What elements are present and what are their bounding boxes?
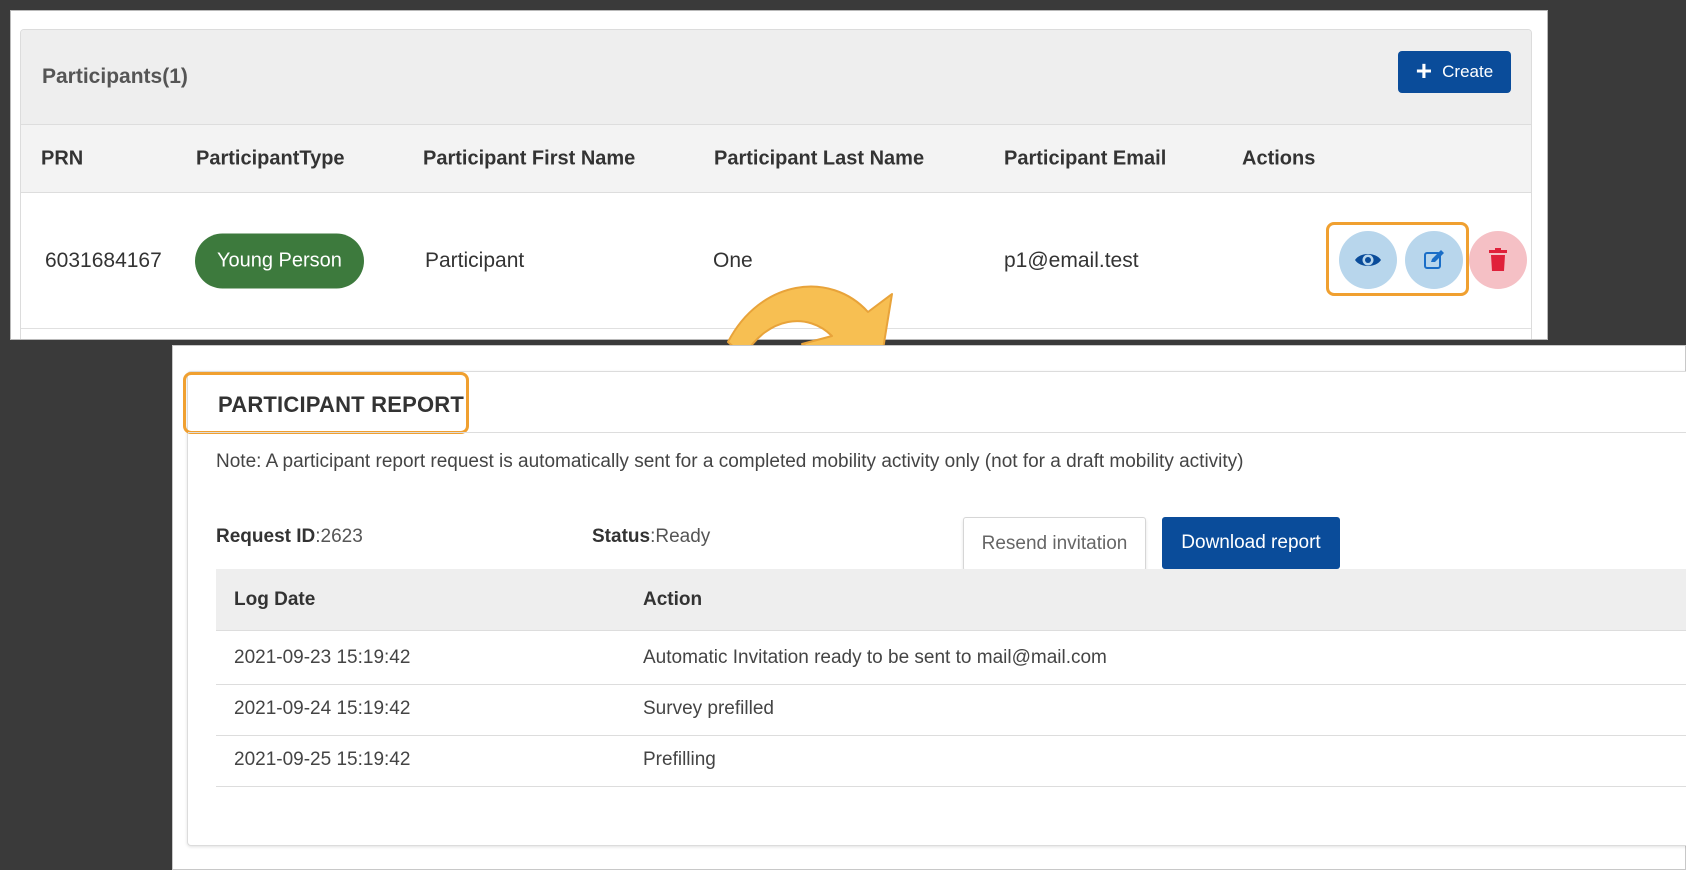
participants-header: Participants(1) + Create — [21, 30, 1531, 125]
participant-type-cell: Young Person — [195, 233, 364, 288]
status-value: :Ready — [650, 526, 711, 547]
column-header-log-date: Log Date — [234, 588, 316, 610]
request-id-value: :2623 — [315, 526, 363, 547]
log-date: 2021-09-24 15:19:42 — [234, 697, 411, 719]
plus-icon: + — [1415, 55, 1433, 86]
participant-prn: 6031684167 — [45, 248, 162, 272]
log-date: 2021-09-23 15:19:42 — [234, 646, 411, 668]
log-date: 2021-09-25 15:19:42 — [234, 748, 411, 770]
request-id: Request ID:2623 — [216, 526, 363, 548]
column-header-action: Action — [643, 588, 703, 610]
participant-first-name: Participant — [425, 248, 525, 272]
table-row: 2021-09-24 15:19:42 Survey prefilled — [216, 682, 1686, 736]
request-status: Status:Ready — [592, 526, 710, 548]
participant-last-name: One — [713, 248, 753, 272]
download-report-button[interactable]: Download report — [1162, 517, 1340, 569]
report-title: PARTICIPANT REPORT — [218, 392, 465, 417]
participants-title: Participants(1) — [42, 65, 188, 88]
table-row: 2021-09-25 15:19:42 Prefilling — [216, 733, 1686, 787]
column-header-email[interactable]: Participant Email — [1004, 147, 1166, 170]
edit-button[interactable] — [1405, 231, 1463, 289]
view-button[interactable] — [1339, 231, 1397, 289]
log-action: Survey prefilled — [643, 697, 774, 719]
column-header-participant-type[interactable]: ParticipantType — [196, 147, 345, 170]
resend-invitation-button[interactable]: Resend invitation — [963, 517, 1146, 571]
delete-button[interactable] — [1469, 231, 1527, 289]
log-action: Automatic Invitation ready to be sent to… — [643, 646, 1107, 668]
report-window: PARTICIPANT REPORT Note: A participant r… — [172, 345, 1686, 870]
status-label: Status — [592, 526, 651, 547]
divider — [188, 432, 1686, 433]
column-header-prn[interactable]: PRN — [41, 147, 83, 170]
report-note: Note: A participant report request is au… — [216, 451, 1244, 472]
participants-table-header: PRN ParticipantType Participant First Na… — [21, 125, 1531, 193]
create-button[interactable]: + Create — [1398, 51, 1511, 93]
participant-email: p1@email.test — [1004, 248, 1139, 272]
request-id-label: Request ID — [216, 526, 316, 547]
eye-icon — [1355, 254, 1381, 266]
trash-icon — [1489, 248, 1507, 271]
create-button-label: Create — [1442, 62, 1494, 81]
participant-type-badge: Young Person — [195, 233, 364, 288]
column-header-last-name[interactable]: Participant Last Name — [714, 147, 924, 170]
participant-report-card: PARTICIPANT REPORT Note: A participant r… — [183, 371, 1686, 846]
log-action: Prefilling — [643, 748, 716, 770]
column-header-first-name[interactable]: Participant First Name — [423, 147, 635, 170]
table-row: 2021-09-23 15:19:42 Automatic Invitation… — [216, 631, 1686, 685]
log-table-header: Log Date Action — [216, 569, 1686, 631]
column-header-actions: Actions — [1242, 147, 1316, 169]
edit-icon — [1424, 250, 1444, 269]
